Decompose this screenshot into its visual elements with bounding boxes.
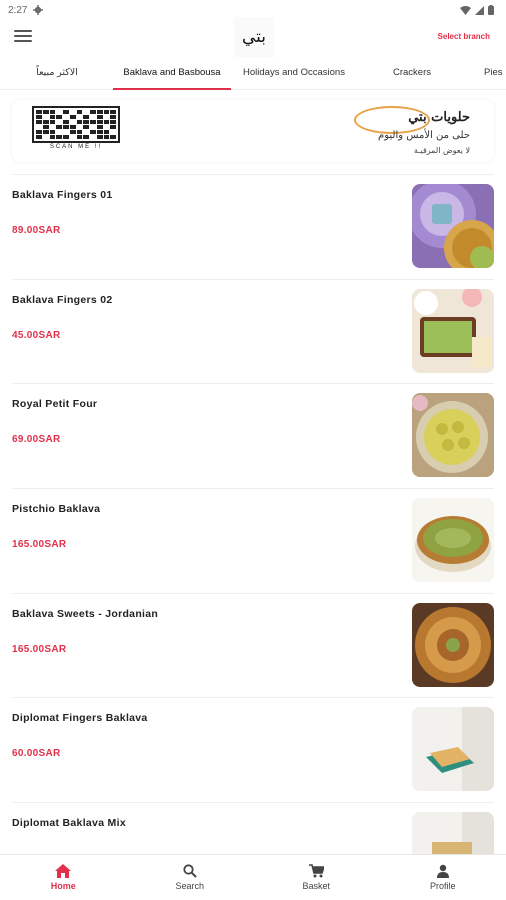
product-price: 165.00SAR (12, 539, 67, 551)
menu-icon[interactable] (14, 30, 32, 44)
battery-icon (488, 5, 494, 15)
home-icon (55, 864, 72, 878)
product-price: 45.00SAR (12, 329, 61, 341)
product-item[interactable]: Diplomat Fingers Baklava 60.00SAR (12, 697, 494, 802)
cart-icon (308, 864, 324, 878)
bottom-navigation: Home Search Basket Profile (0, 854, 506, 900)
product-name: Baklava Fingers 02 (12, 293, 113, 306)
product-price: 69.00SAR (12, 434, 61, 446)
product-price: 165.00SAR (12, 643, 67, 655)
pistachio-round-tray-image (412, 498, 494, 583)
nav-home-label: Home (50, 881, 76, 891)
tab-best-sellers[interactable]: الاكثر مبيعاً (12, 60, 102, 90)
nav-home[interactable]: Home (0, 855, 127, 900)
product-name: Diplomat Fingers Baklava (12, 712, 148, 725)
person-icon (436, 864, 449, 878)
wifi-icon (460, 5, 471, 15)
product-name: Pistchio Baklava (12, 503, 101, 516)
tab-pies[interactable]: Pies (472, 60, 506, 90)
tray-with-tea-image (412, 288, 494, 373)
app-logo: بتي (234, 17, 274, 57)
search-icon (183, 864, 197, 878)
brand-mark: حلويات بتي حلى من الأمس واليوم لا يعوض ا… (300, 106, 470, 156)
nav-search-label: Search (175, 881, 205, 891)
tab-baklava-and-basbousa[interactable]: Baklava and Basbousa (113, 60, 231, 90)
product-list: Baklava Fingers 01 89.00SAR Baklava Fing… (0, 174, 506, 900)
nav-search[interactable]: Search (127, 855, 254, 900)
tab-holidays-and-occasions[interactable]: Holidays and Occasions (236, 60, 352, 90)
purple-tin-baklava-image (412, 184, 494, 268)
category-tabs: الاكثر مبيعاً Baklava and Basbousa Holid… (0, 60, 506, 90)
signal-icon (475, 5, 484, 15)
tab-crackers[interactable]: Crackers (370, 60, 454, 90)
product-name: Baklava Fingers 01 (12, 189, 113, 201)
app-bar: بتي Select branch (0, 17, 506, 60)
nav-basket[interactable]: Basket (253, 855, 380, 900)
product-name: Baklava Sweets - Jordanian (12, 607, 159, 620)
product-price: 89.00SAR (12, 225, 61, 236)
qr-code: SCAN ME !! (32, 106, 120, 150)
nav-profile-label: Profile (429, 881, 456, 891)
product-item[interactable]: Baklava Fingers 01 89.00SAR (12, 174, 494, 279)
promo-banner[interactable]: SCAN ME !! حلويات بتي حلى من الأمس واليو… (12, 100, 494, 162)
brand-line: حلى من الأمس واليوم (378, 130, 470, 141)
product-item[interactable]: Baklava Sweets - Jordanian 165.00SAR (12, 592, 494, 698)
small-box-fingers-image (412, 707, 494, 792)
product-item[interactable]: Baklava Fingers 02 45.00SAR (12, 278, 494, 384)
brand-tagline: لا يعوض المرقيـة (413, 146, 470, 155)
nav-profile[interactable]: Profile (380, 855, 506, 900)
brand-name: حلويات بتي (408, 110, 470, 125)
qr-caption: SCAN ME !! (49, 144, 103, 150)
product-price: 60.00SAR (12, 748, 61, 760)
round-tray-petit-four-image (412, 393, 494, 478)
settings-icon (33, 5, 44, 15)
jordanian-mixed-tray-image (412, 602, 494, 687)
nav-basket-label: Basket (302, 881, 330, 891)
product-item[interactable]: Royal Petit Four 69.00SAR (12, 383, 494, 488)
status-time: 2:27 (8, 4, 28, 16)
product-item[interactable]: Pistchio Baklava 165.00SAR (12, 488, 494, 593)
product-name: Royal Petit Four (12, 398, 98, 411)
select-branch-button[interactable]: Select branch (438, 32, 490, 41)
product-name: Diplomat Baklava Mix (12, 817, 126, 830)
